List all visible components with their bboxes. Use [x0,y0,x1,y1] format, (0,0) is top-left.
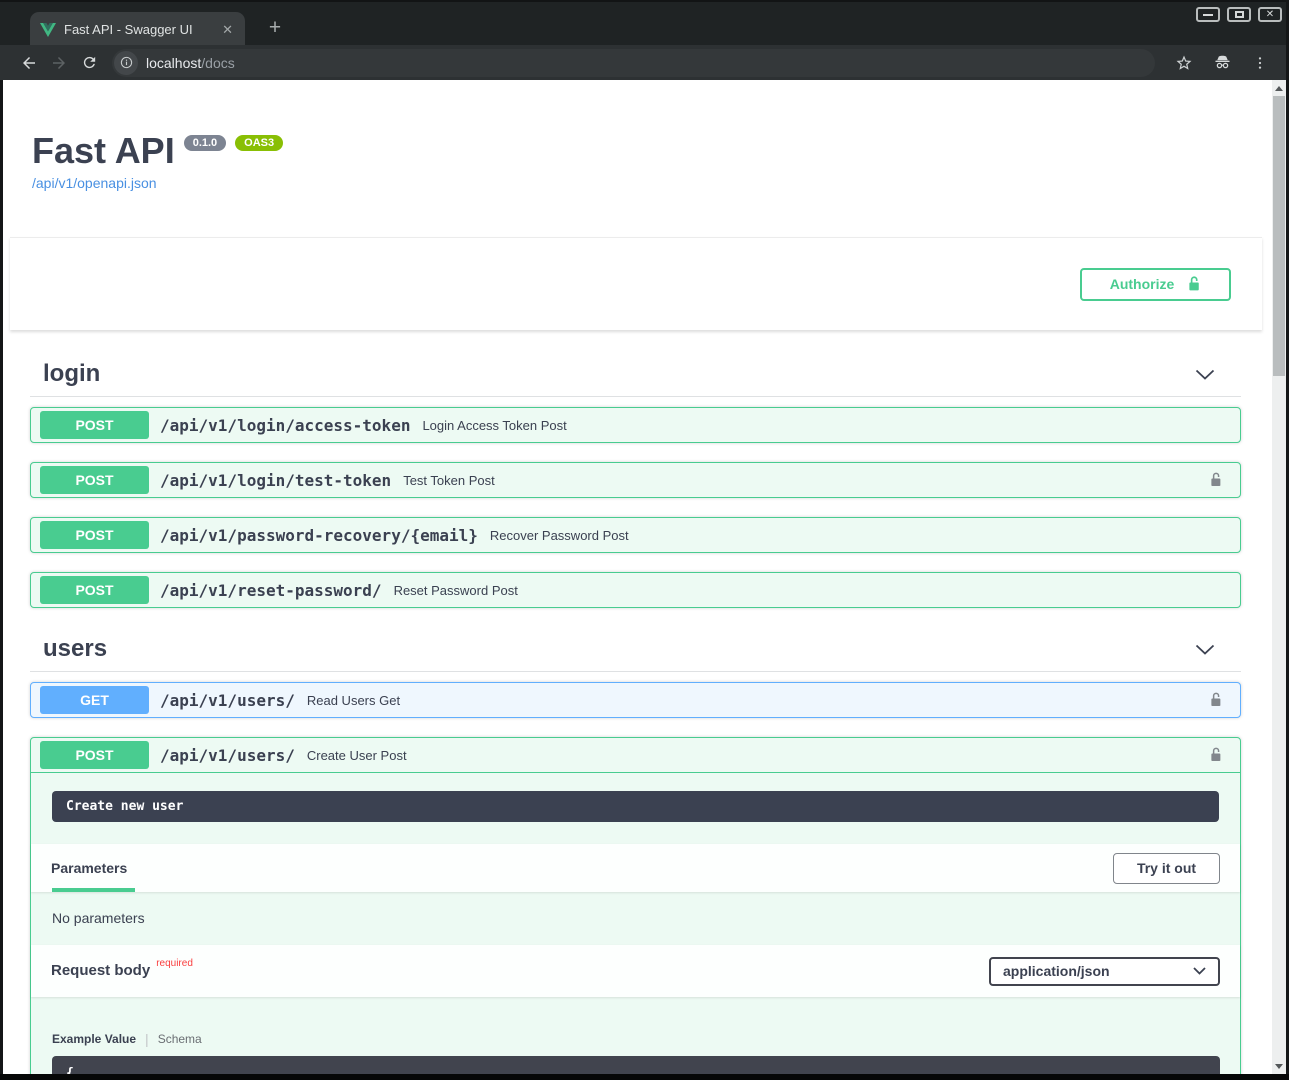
try-it-out-button[interactable]: Try it out [1113,853,1220,884]
window-frame-left [0,80,3,1080]
scrollbar-down-arrow[interactable] [1272,1058,1286,1074]
back-button[interactable] [14,49,44,77]
endpoint-row-test-token[interactable]: POST /api/v1/login/test-token Test Token… [30,462,1241,498]
section-title: users [43,635,107,663]
example-area: Example Value | Schema { [31,997,1240,1074]
endpoint-summary: Read Users Get [307,693,400,708]
endpoint-row-read-users[interactable]: GET /api/v1/users/ Read Users Get [30,682,1241,718]
tab-separator: | [145,1031,149,1047]
scrollbar-thumb[interactable] [1273,96,1285,376]
url-host: localhost [146,55,201,71]
login-section-header[interactable]: login [30,352,1241,397]
method-badge: POST [40,466,149,494]
method-badge: POST [40,576,149,604]
endpoint-summary: Test Token Post [403,473,495,488]
endpoint-summary: Create User Post [307,748,407,763]
section-title: login [43,360,100,388]
example-code-block: { [52,1056,1220,1074]
version-badge: 0.1.0 [184,135,226,151]
media-type-select[interactable]: application/json [989,957,1220,986]
model-tabs: Example Value | Schema [52,1031,1220,1047]
section-users: users GET /api/v1/users/ Read Users Get [30,627,1241,1074]
incognito-icon [1207,49,1237,77]
endpoint-path: /api/v1/password-recovery/{email} [160,526,478,545]
auth-lock-icon[interactable] [1208,691,1223,709]
endpoint-path: /api/v1/reset-password/ [160,581,382,600]
toolbar-right [1169,49,1275,77]
endpoint-path: /api/v1/login/access-token [160,416,410,435]
endpoint-row-password-recovery[interactable]: POST /api/v1/password-recovery/{email} R… [30,517,1241,553]
url-path: /docs [201,55,234,71]
reload-button[interactable] [74,49,104,77]
schema-tab[interactable]: Schema [158,1032,202,1046]
api-info: Fast API 0.1.0 OAS3 /api/v1/openapi.json [32,132,283,191]
select-chevron-icon [1193,967,1206,975]
auth-lock-icon[interactable] [1208,746,1223,764]
maximize-button[interactable] [1227,7,1251,22]
tab-close-icon[interactable]: ✕ [220,22,235,38]
endpoint-path: /api/v1/users/ [160,746,295,765]
operation-description: Create new user [52,791,1219,822]
request-body-header: Request body required application/json [31,945,1240,997]
parameters-header: Parameters Try it out [31,844,1240,892]
endpoint-row-create-user[interactable]: POST /api/v1/users/ Create User Post [31,738,1240,773]
authorize-label: Authorize [1110,276,1175,292]
endpoint-summary: Login Access Token Post [422,418,566,433]
request-body-label: Request body [51,962,150,979]
browser-window: Fast API - Swagger UI ✕ + ✕ [0,0,1289,1080]
forward-button[interactable] [44,49,74,77]
endpoint-path: /api/v1/login/test-token [160,471,391,490]
parameters-tab[interactable]: Parameters [51,860,127,876]
users-section-header[interactable]: users [30,627,1241,672]
page-scrollbar[interactable] [1272,80,1286,1074]
scrollbar-up-arrow[interactable] [1272,80,1286,96]
active-tab-underline [52,888,135,892]
endpoint-summary: Reset Password Post [394,583,518,598]
menu-kebab-icon[interactable] [1245,49,1275,77]
page-title: Fast API [32,132,175,170]
bookmark-star-icon[interactable] [1169,49,1199,77]
section-login: login POST /api/v1/login/access-token Lo… [30,352,1241,608]
media-type-value: application/json [1003,963,1110,979]
authorize-button[interactable]: Authorize [1080,268,1231,301]
openapi-spec-link[interactable]: /api/v1/openapi.json [32,175,283,191]
browser-tab[interactable]: Fast API - Swagger UI ✕ [30,12,245,47]
address-bar[interactable]: localhost/docs [112,49,1155,77]
endpoint-row-access-token[interactable]: POST /api/v1/login/access-token Login Ac… [30,407,1241,443]
endpoint-expanded-create-user: POST /api/v1/users/ Create User Post Cre… [30,737,1241,1074]
favicon-v-icon [40,23,56,37]
titlebar: Fast API - Swagger UI ✕ + ✕ [0,0,1289,45]
no-parameters-text: No parameters [31,892,1240,945]
close-button[interactable]: ✕ [1258,7,1282,22]
endpoint-path: /api/v1/users/ [160,691,295,710]
minimize-button[interactable] [1196,7,1220,22]
window-frame-bottom [0,1074,1289,1080]
scheme-container: Authorize [10,237,1262,330]
page-content: Fast API 0.1.0 OAS3 /api/v1/openapi.json… [3,80,1272,1074]
new-tab-button[interactable]: + [262,15,288,41]
chevron-down-icon[interactable] [1195,369,1215,380]
auth-lock-icon[interactable] [1208,471,1223,489]
oas3-badge: OAS3 [235,135,283,151]
unlocked-padlock-icon [1186,275,1201,293]
required-flag: required [156,958,193,969]
example-value-tab[interactable]: Example Value [52,1032,136,1046]
method-badge: POST [40,741,149,769]
method-badge: GET [40,686,149,714]
url-text: localhost/docs [146,55,235,71]
tab-title: Fast API - Swagger UI [64,22,212,37]
chevron-down-icon[interactable] [1195,644,1215,655]
minimize-icon [1203,14,1213,16]
method-badge: POST [40,411,149,439]
method-badge: POST [40,521,149,549]
site-info-icon[interactable] [114,51,138,75]
endpoint-row-reset-password[interactable]: POST /api/v1/reset-password/ Reset Passw… [30,572,1241,608]
window-controls: ✕ [1196,7,1282,22]
browser-toolbar: localhost/docs [0,45,1289,80]
endpoint-summary: Recover Password Post [490,528,629,543]
maximize-icon [1235,11,1244,18]
